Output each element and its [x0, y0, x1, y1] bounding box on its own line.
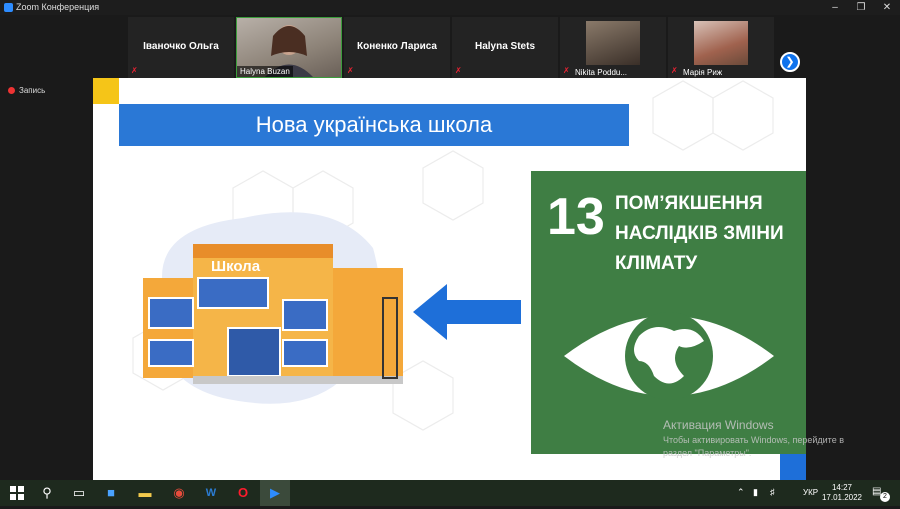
muted-mic-icon: ✗: [563, 66, 570, 75]
maximize-button[interactable]: ❐: [848, 0, 874, 15]
muted-mic-icon: ✗: [347, 66, 354, 75]
participant-video: [694, 21, 748, 65]
clock-date: 17.01.2022: [821, 493, 862, 502]
search-button[interactable]: ⚲: [32, 480, 62, 506]
eye-globe-icon: [564, 312, 774, 400]
title-bar: Zoom Конференция – ❐ ✕: [0, 0, 900, 15]
goal-number: 13: [547, 188, 605, 246]
taskbar-app[interactable]: ◉: [164, 480, 194, 506]
muted-mic-icon: ✗: [131, 66, 138, 75]
goal-line: КЛІМАТУ: [615, 253, 698, 274]
clock-time: 14:27: [831, 483, 852, 492]
activation-line: раздел "Параметры".: [663, 448, 752, 458]
windows-logo-icon: [10, 486, 24, 500]
window-title: Zoom Конференция: [16, 2, 100, 12]
participant-tile[interactable]: Іваночко Ольга ✗: [128, 17, 234, 78]
notification-count: 2: [880, 492, 890, 502]
participant-name: Halyna Stets: [474, 41, 536, 52]
goal-text: ПОМ’ЯКШЕННЯ НАСЛІДКІВ ЗМІНИ КЛІМАТУ: [615, 189, 784, 279]
participant-tile[interactable]: ✗ Nikita Poddu...: [560, 17, 666, 78]
network-icon[interactable]: ▮: [753, 487, 758, 498]
word-icon: W: [205, 487, 217, 499]
activation-line: Чтобы активировать Windows, перейдите в: [663, 435, 844, 445]
goal-line: НАСЛІДКІВ ЗМІНИ: [615, 223, 784, 244]
muted-mic-icon: ✗: [671, 66, 678, 75]
goal-line: ПОМ’ЯКШЕННЯ: [615, 193, 763, 214]
recording-indicator[interactable]: Запись: [8, 86, 45, 95]
participant-tile-active[interactable]: Halyna Buzan: [236, 17, 342, 78]
task-view-icon: ▭: [72, 485, 86, 500]
participant-tile[interactable]: ✗ Марія Риж: [668, 17, 774, 78]
search-icon: ⚲: [42, 485, 52, 500]
opera-icon: O: [237, 485, 249, 500]
chrome-icon: ◉: [173, 485, 185, 500]
minimize-button[interactable]: –: [822, 0, 848, 15]
next-page-button[interactable]: ❯: [780, 52, 800, 72]
participant-name: Коненко Лариса: [357, 41, 437, 52]
slide-title: Нова українська школа: [119, 104, 629, 146]
tray-chevron-icon[interactable]: ⌃: [737, 487, 745, 498]
participant-name: Nikita Poddu...: [575, 68, 628, 77]
recording-label: Запись: [19, 86, 46, 95]
taskbar-app-zoom[interactable]: ▶: [260, 480, 290, 506]
participant-tile[interactable]: Коненко Лариса ✗: [344, 17, 450, 78]
folder-icon: ▬: [138, 485, 152, 500]
participant-name: Halyna Buzan: [237, 66, 293, 77]
zoom-app-icon: [4, 3, 13, 12]
activation-message: Чтобы активировать Windows, перейдите в …: [663, 434, 893, 460]
record-icon: [8, 87, 15, 94]
taskbar-app[interactable]: O: [228, 480, 258, 506]
zoom-window: Zoom Конференция – ❐ ✕ Іваночко Ольга ✗ …: [0, 0, 900, 480]
left-arrow-icon: [413, 284, 521, 340]
start-button[interactable]: [2, 480, 32, 506]
participant-video: [586, 21, 640, 65]
language-indicator[interactable]: УКР: [803, 488, 818, 497]
school-sign: Школа: [211, 258, 261, 275]
school-building-illustration: [143, 212, 403, 404]
close-button[interactable]: ✕: [874, 0, 900, 15]
taskbar-app[interactable]: W: [196, 480, 226, 506]
zoom-icon: ▶: [270, 485, 280, 500]
sdg-13-tile: 13 ПОМ’ЯКШЕННЯ НАСЛІДКІВ ЗМІНИ КЛІМАТУ: [531, 171, 806, 454]
volume-icon[interactable]: ♯: [770, 487, 775, 497]
participant-strip: Іваночко Ольга ✗ Halyna Buzan Коненко Ла…: [0, 15, 900, 78]
participant-tile[interactable]: Halyna Stets ✗: [452, 17, 558, 78]
participant-name: Іваночко Ольга: [143, 41, 219, 52]
clock[interactable]: 14:27 17.01.2022: [822, 483, 862, 503]
taskbar-app[interactable]: ▬: [130, 480, 160, 506]
muted-mic-icon: ✗: [455, 66, 462, 75]
save-disk-icon: ■: [107, 485, 115, 500]
task-view-button[interactable]: ▭: [64, 480, 94, 506]
yellow-corner-tab: [93, 78, 119, 104]
activation-title: Активация Windows: [663, 418, 774, 432]
taskbar-app[interactable]: ■: [96, 480, 126, 506]
participant-name: Марія Риж: [683, 68, 723, 77]
windows-taskbar: ⚲ ▭ ■ ▬ ◉ W O ▶ ⌃ ▮ ♯ УКР 14:27 17.01.20…: [0, 480, 900, 506]
